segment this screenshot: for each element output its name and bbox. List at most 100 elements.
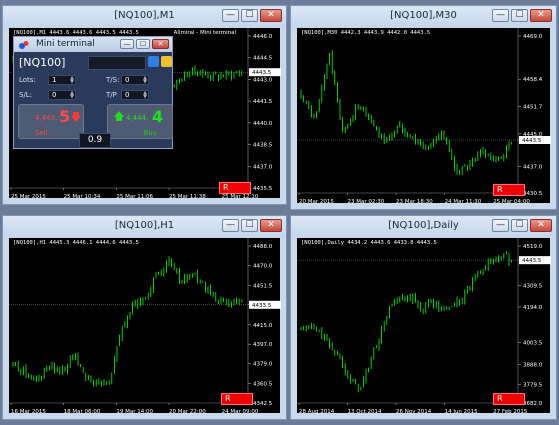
close-button[interactable]: ✕ bbox=[260, 219, 282, 232]
chart-window-m30[interactable]: [NQ100],M30 — ☐ ✕ 4469.0 4458.4 4451.7 4445… bbox=[290, 5, 557, 210]
price-tick-label: 4003.5 bbox=[523, 341, 543, 347]
sell-button[interactable]: 4,443. 5 Sell bbox=[18, 104, 84, 139]
price-tick-label: 4443.0 bbox=[253, 77, 273, 83]
window-titlebar[interactable]: [NQ100],M30 — ☐ ✕ bbox=[291, 6, 556, 28]
window-titlebar[interactable]: [NQ100],H1 — ☐ ✕ bbox=[3, 216, 286, 238]
price-tick-label: 4438.5 bbox=[253, 143, 273, 149]
chart-svg[interactable]: 4469.04458.44451.74445.04443.54437.04430… bbox=[297, 28, 552, 205]
minimize-button[interactable]: — bbox=[492, 9, 509, 22]
price-chart[interactable]: 4488.0 4470.0 4451.5 4433.5 4415.0 4397.0 4379… bbox=[9, 238, 282, 415]
price-tick-label: 4430.5 bbox=[523, 191, 543, 197]
window-titlebar[interactable]: [NQ100],M1 — ☐ ✕ bbox=[3, 6, 286, 28]
price-chart[interactable]: 4519.0 4443.5 4309.5 4194.0 4003.5 3888.0 3779… bbox=[297, 238, 552, 415]
time-tick-label: 14 Jun 2015 bbox=[445, 409, 479, 415]
symbol-label: [NQ100] bbox=[19, 56, 66, 69]
window-titlebar[interactable]: [NQ100],Daily — ☐ ✕ bbox=[291, 216, 556, 238]
time-tick-label: 25 Mar 04:00 bbox=[493, 199, 530, 205]
reset-button[interactable]: R bbox=[219, 182, 251, 194]
chart-window-daily[interactable]: [NQ100],Daily — ☐ ✕ 4519.0 4443.5 4309.5 41… bbox=[290, 215, 557, 420]
price-tick-label: 4309.5 bbox=[523, 283, 543, 289]
spinner-icon[interactable]: ▲ ▼ bbox=[143, 76, 147, 85]
close-icon: ✕ bbox=[537, 10, 545, 20]
chart-window-h1[interactable]: [NQ100],H1 — ☐ ✕ 4488.0 4470.0 4451.5 4433.… bbox=[2, 215, 287, 420]
sell-label: Sell bbox=[35, 129, 48, 137]
minimize-icon: — bbox=[226, 220, 235, 230]
maximize-icon: ☐ bbox=[245, 10, 254, 20]
spinner-icon[interactable]: ▲ ▼ bbox=[143, 91, 147, 100]
maximize-button[interactable]: ☐ bbox=[511, 9, 528, 22]
time-tick-label: 23 Mar 02:30 bbox=[348, 199, 385, 205]
price-tick-label: 4194.0 bbox=[523, 305, 543, 311]
price-tick-label: 4488.0 bbox=[253, 244, 273, 250]
close-button[interactable]: ✕ bbox=[530, 9, 552, 22]
minimize-icon: — bbox=[123, 40, 131, 48]
price-chart[interactable]: 4469.04458.44451.74445.04443.54437.04430… bbox=[297, 28, 552, 205]
close-button[interactable]: ✕ bbox=[260, 9, 282, 22]
sl-input[interactable]: 0 ▲ ▼ bbox=[48, 90, 76, 100]
price-tick-label: 4441.5 bbox=[253, 99, 273, 105]
tp-input[interactable]: 0 ▲ ▼ bbox=[121, 90, 149, 100]
close-icon: ✕ bbox=[157, 40, 164, 48]
settings-icon[interactable] bbox=[148, 56, 159, 67]
tp-label: T/P bbox=[106, 91, 117, 99]
time-tick-label: 13 Oct 2014 bbox=[348, 409, 383, 415]
minimize-icon: — bbox=[226, 10, 235, 20]
reset-button[interactable]: R bbox=[493, 393, 525, 405]
close-button[interactable]: ✕ bbox=[152, 39, 169, 49]
time-tick-label: 24 Mar 11:30 bbox=[445, 199, 482, 205]
sl-value: 0 bbox=[52, 91, 57, 99]
maximize-button[interactable]: ☐ bbox=[511, 219, 528, 232]
minimize-button[interactable]: — bbox=[222, 9, 239, 22]
order-icon[interactable] bbox=[161, 56, 172, 67]
reset-button[interactable]: R bbox=[493, 184, 525, 196]
buy-price-big: 4 bbox=[152, 107, 164, 126]
maximize-icon: ☐ bbox=[139, 40, 147, 48]
terminal-logo-icon bbox=[19, 41, 29, 49]
price-tick-label: 4444.5 bbox=[253, 56, 273, 62]
ts-value: 0 bbox=[125, 76, 130, 84]
price-tick-label: 3888.0 bbox=[523, 362, 543, 368]
chart-svg[interactable]: 4519.0 4443.5 4309.5 4194.0 4003.5 3888.0 3779… bbox=[297, 238, 552, 415]
spinner-icon[interactable]: ▲ ▼ bbox=[70, 76, 74, 85]
time-tick-label: 20 Mar 22:00 bbox=[169, 409, 206, 415]
sell-price-small: 4,443. bbox=[35, 114, 58, 122]
close-icon: ✕ bbox=[537, 220, 545, 230]
chart-info: [NQ100],H1 4445.3 4446.1 4444.6 4443.5 bbox=[13, 240, 139, 246]
time-tick-label: 27 Feb 2015 bbox=[493, 409, 528, 415]
price-tick-label: 4458.4 bbox=[523, 77, 543, 83]
maximize-button[interactable]: ☐ bbox=[136, 39, 150, 49]
maximize-button[interactable]: ☐ bbox=[241, 219, 258, 232]
time-tick-label: 25 Mar 11:06 bbox=[116, 194, 153, 200]
maximize-button[interactable]: ☐ bbox=[241, 9, 258, 22]
time-tick-label: 25 Mar 11:38 bbox=[169, 194, 206, 200]
minimize-button[interactable]: — bbox=[222, 219, 239, 232]
lots-label: Lots: bbox=[19, 76, 36, 84]
price-tick-label: 4451.5 bbox=[253, 283, 273, 289]
price-tick-label: 4342.5 bbox=[253, 401, 273, 407]
price-tick-label: 4360.5 bbox=[253, 382, 273, 388]
close-button[interactable]: ✕ bbox=[530, 219, 552, 232]
sell-price-big: 5 bbox=[59, 107, 71, 126]
minimize-button[interactable]: — bbox=[120, 39, 134, 49]
time-tick-label: 24 Mar 09:00 bbox=[222, 409, 259, 415]
price-tick-label: 4437.0 bbox=[523, 164, 543, 170]
minimize-icon: — bbox=[496, 10, 505, 20]
symbol-field[interactable] bbox=[88, 56, 146, 70]
spinner-icon[interactable]: ▲ ▼ bbox=[70, 91, 74, 100]
lots-input[interactable]: 1 ▲ ▼ bbox=[48, 75, 76, 85]
mini-terminal-panel[interactable]: Mini terminal — ☐ ✕ [NQ100] Lots: 1 ▲ ▼ T/… bbox=[13, 36, 173, 149]
time-tick-label: 25 Mar 10:34 bbox=[64, 194, 101, 200]
chart-svg[interactable]: 4488.0 4470.0 4451.5 4433.5 4415.0 4397.0 4379… bbox=[9, 238, 282, 415]
minimize-button[interactable]: — bbox=[492, 219, 509, 232]
ts-input[interactable]: 0 ▲ ▼ bbox=[121, 75, 149, 85]
price-tick-label: 4470.0 bbox=[253, 263, 273, 269]
volume-input[interactable]: 0.9 bbox=[79, 133, 111, 148]
lots-value: 1 bbox=[52, 76, 57, 84]
close-icon: ✕ bbox=[267, 10, 275, 20]
maximize-icon: ☐ bbox=[515, 10, 524, 20]
arrow-down-icon bbox=[71, 112, 81, 122]
ts-label: T/S: bbox=[106, 76, 120, 84]
buy-button[interactable]: 4,444. 4 Buy bbox=[107, 104, 173, 139]
reset-button[interactable]: R bbox=[221, 393, 253, 405]
mini-terminal-titlebar[interactable]: Mini terminal — ☐ ✕ bbox=[14, 37, 172, 52]
